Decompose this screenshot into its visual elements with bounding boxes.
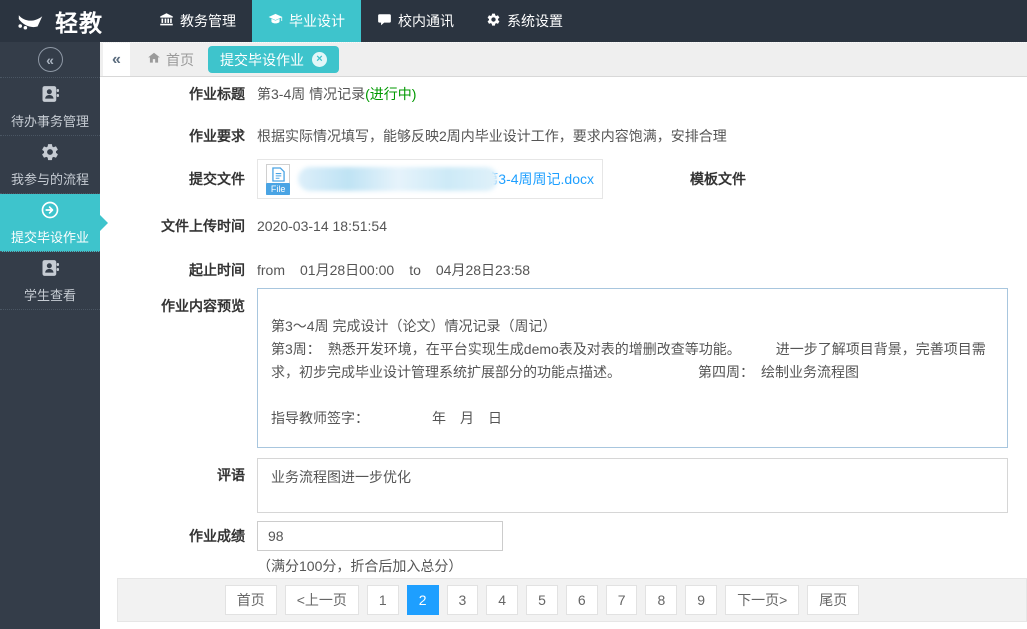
period-to-word: to: [409, 262, 421, 278]
app-logo[interactable]: 轻教: [0, 0, 117, 42]
address-book-icon: [40, 258, 60, 281]
period-to-value: 04月28日23:58: [436, 262, 530, 278]
nav-tab-graduation-design[interactable]: 毕业设计: [252, 0, 361, 42]
upload-time-value: 2020-03-14 18:51:54: [257, 216, 387, 236]
tab-submit-assignment[interactable]: 提交毕设作业 ×: [208, 46, 339, 73]
logo-swoosh-icon: [16, 7, 46, 36]
redacted-text: [298, 167, 498, 191]
nav-tab-label: 毕业设计: [289, 11, 345, 31]
pagination-page-6[interactable]: 6: [566, 585, 598, 615]
home-icon: [147, 51, 161, 68]
bank-icon: [159, 12, 174, 30]
sidebar-item-label: 我参与的流程: [11, 169, 89, 188]
pagination: 首页 <上一页 123456789 下一页> 尾页: [117, 578, 1027, 622]
comment-row: 评语 业务流程图进一步优化: [100, 458, 1027, 513]
assignment-title-label: 作业标题: [100, 84, 245, 104]
file-badge: File: [266, 183, 290, 195]
sidebar-item-student-view[interactable]: 学生查看: [0, 252, 100, 310]
score-note-row: （满分100分，折合后加入总分）: [100, 556, 1027, 576]
tab-strip: « 首页 提交毕设作业 ×: [100, 42, 1027, 77]
sidebar-item-my-processes[interactable]: 我参与的流程: [0, 136, 100, 194]
upload-time-row: 文件上传时间 2020-03-14 18:51:54: [100, 216, 1027, 236]
pagination-page-4[interactable]: 4: [486, 585, 518, 615]
score-row: 作业成绩: [100, 521, 1027, 551]
pagination-last-page[interactable]: 尾页: [807, 585, 859, 615]
pagination-first-page[interactable]: 首页: [225, 585, 277, 615]
score-input[interactable]: [257, 521, 503, 551]
nav-tab-system-settings[interactable]: 系统设置: [470, 0, 579, 42]
submitted-file-row: 提交文件 File 第3-4周周记.docx 模板文件: [100, 159, 1027, 199]
score-label: 作业成绩: [100, 526, 245, 546]
comment-label: 评语: [100, 458, 245, 485]
gear-icon: [40, 142, 60, 165]
assignment-title-row: 作业标题 第3-4周 情况记录(进行中): [100, 84, 1027, 104]
period-from-word: from: [257, 262, 285, 278]
period-label: 起止时间: [100, 260, 245, 280]
nav-tab-label: 系统设置: [507, 11, 563, 31]
pagination-page-8[interactable]: 8: [645, 585, 677, 615]
pagination-page-3[interactable]: 3: [447, 585, 479, 615]
address-book-icon: [40, 84, 60, 107]
sidebar: « 待办事务管理 我参与的流程 提交毕设作业 学生查看: [0, 42, 100, 629]
assignment-title-value: 第3-4周 情况记录(进行中): [257, 84, 416, 104]
pagination-prev-page[interactable]: <上一页: [285, 585, 359, 615]
content-preview-row: 作业内容预览 第3～4周 完成设计（论文）情况记录（周记） 第3周： 熟悉开发环…: [100, 288, 1027, 448]
pagination-next-page[interactable]: 下一页>: [725, 585, 799, 615]
score-note: （满分100分，折合后加入总分）: [257, 556, 462, 576]
submitted-file-label: 提交文件: [100, 169, 245, 189]
nav-tab-label: 校内通讯: [398, 11, 454, 31]
app-window: 轻教 教务管理 毕业设计 校内通讯 系统设置 «: [0, 0, 1027, 629]
assignment-requirements-label: 作业要求: [100, 126, 245, 146]
graduation-cap-icon: [268, 12, 283, 30]
app-title: 轻教: [55, 4, 103, 38]
template-file-label: 模板文件: [690, 169, 746, 189]
sidebar-collapse-row: «: [0, 42, 100, 78]
chat-bubble-icon: [377, 12, 392, 30]
top-navbar: 轻教 教务管理 毕业设计 校内通讯 系统设置: [0, 0, 1027, 42]
assignment-requirements-value: 根据实际情况填写，能够反映2周内毕业设计工作，要求内容饱满，安排合理: [257, 126, 727, 146]
tab-label: 提交毕设作业: [220, 50, 304, 70]
pagination-page-7[interactable]: 7: [606, 585, 638, 615]
pagination-page-2[interactable]: 2: [407, 585, 439, 615]
gear-icon: [486, 12, 501, 30]
nav-tab-academic[interactable]: 教务管理: [143, 0, 252, 42]
close-icon[interactable]: ×: [312, 52, 327, 67]
period-from-value: 01月28日00:00: [300, 262, 394, 278]
status-badge: (进行中): [365, 86, 416, 102]
pagination-page-1[interactable]: 1: [367, 585, 399, 615]
sidebar-item-label: 提交毕设作业: [11, 227, 89, 246]
submitted-file-link[interactable]: 第3-4周周记.docx: [484, 169, 594, 189]
file-icon: File: [266, 164, 290, 195]
nav-tab-campus-messages[interactable]: 校内通讯: [361, 0, 470, 42]
sidebar-item-label: 学生查看: [24, 285, 76, 304]
upload-time-label: 文件上传时间: [100, 216, 245, 236]
pagination-page-9[interactable]: 9: [685, 585, 717, 615]
pagination-page-5[interactable]: 5: [526, 585, 558, 615]
period-row: 起止时间 from 01月28日00:00 to 04月28日23:58: [100, 260, 1027, 280]
main-content: 作业标题 第3-4周 情况记录(进行中) 作业要求 根据实际情况填写，能够反映2…: [100, 77, 1027, 629]
sidebar-item-pending-tasks[interactable]: 待办事务管理: [0, 78, 100, 136]
nav-tab-label: 教务管理: [180, 11, 236, 31]
submitted-file-box: File 第3-4周周记.docx: [257, 159, 603, 199]
comment-textarea[interactable]: 业务流程图进一步优化: [257, 458, 1008, 513]
content-preview-label: 作业内容预览: [100, 288, 245, 316]
sidebar-collapse-button[interactable]: «: [38, 47, 63, 72]
content-preview-textarea[interactable]: 第3～4周 完成设计（论文）情况记录（周记） 第3周： 熟悉开发环境，在平台实现…: [257, 288, 1008, 448]
assignment-requirements-row: 作业要求 根据实际情况填写，能够反映2周内毕业设计工作，要求内容饱满，安排合理: [100, 126, 1027, 146]
breadcrumb-home[interactable]: 首页: [147, 50, 194, 70]
sidebar-item-submit-assignment[interactable]: 提交毕设作业: [0, 194, 100, 252]
sidebar-item-label: 待办事务管理: [11, 111, 89, 130]
collapse-tabs-button[interactable]: «: [103, 43, 130, 76]
period-value: from 01月28日00:00 to 04月28日23:58: [257, 260, 545, 280]
breadcrumb-home-label: 首页: [166, 50, 194, 70]
arrow-right-circle-icon: [40, 200, 60, 223]
